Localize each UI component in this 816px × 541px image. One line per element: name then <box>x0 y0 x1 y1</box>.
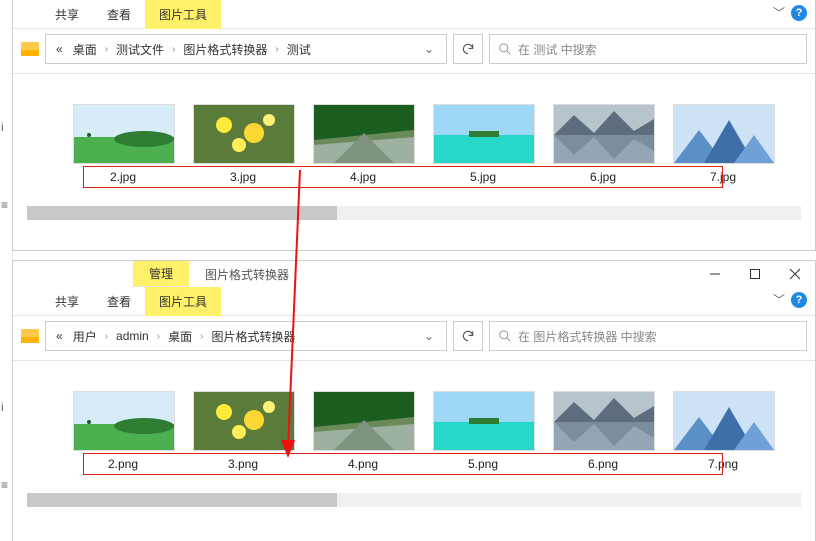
tab-view[interactable]: 查看 <box>93 287 145 316</box>
help-icon[interactable]: ? <box>791 292 807 308</box>
ribbon: 共享 查看 图片工具 ﹀ ? <box>13 0 815 29</box>
address-dropdown-icon[interactable]: ⌄ <box>418 42 440 56</box>
address-dropdown-icon[interactable]: ⌄ <box>418 329 440 343</box>
chevron-right-icon: › <box>155 331 162 342</box>
close-button[interactable] <box>775 261 815 287</box>
maximize-button[interactable] <box>735 261 775 287</box>
tab-share[interactable]: 共享 <box>41 287 93 316</box>
thumbnail <box>433 391 535 451</box>
search-icon <box>498 329 512 343</box>
window-title: 图片格式转换器 <box>189 262 305 287</box>
refresh-button[interactable] <box>453 321 483 351</box>
horizontal-scrollbar[interactable] <box>27 493 801 507</box>
search-input[interactable]: 在 图片格式转换器 中搜索 <box>489 321 807 351</box>
chevron-right-icon: › <box>103 44 110 55</box>
thumbnail <box>193 104 295 164</box>
tab-view[interactable]: 查看 <box>93 0 145 29</box>
chevron-right-icon: › <box>198 331 205 342</box>
crumb[interactable]: 桌面 <box>164 326 196 347</box>
chevron-right-icon: › <box>273 44 280 55</box>
tab-picture-tools[interactable]: 图片工具 <box>145 287 221 316</box>
thumbnail <box>193 391 295 451</box>
search-icon <box>498 42 512 56</box>
tab-picture-tools[interactable]: 图片工具 <box>145 0 221 29</box>
minimize-button[interactable] <box>695 261 735 287</box>
folder-icon <box>21 42 39 56</box>
crumb[interactable]: 测试文件 <box>112 39 168 60</box>
folder-icon <box>21 329 39 343</box>
title-bar: 管理 图片格式转换器 <box>13 261 815 287</box>
chevron-right-icon: › <box>103 331 110 342</box>
search-placeholder: 在 测试 中搜索 <box>518 41 597 58</box>
thumbnail <box>73 391 175 451</box>
ribbon-collapse-icon[interactable]: ﹀ <box>773 291 785 308</box>
crumb-overflow[interactable]: « <box>52 40 67 58</box>
horizontal-scrollbar[interactable] <box>27 206 801 220</box>
thumbnail <box>673 104 775 164</box>
breadcrumb[interactable]: « 用户› admin› 桌面› 图片格式转换器 ⌄ <box>45 321 447 351</box>
search-placeholder: 在 图片格式转换器 中搜索 <box>518 328 657 345</box>
thumbnail <box>553 104 655 164</box>
tab-share[interactable]: 共享 <box>41 0 93 29</box>
thumbnail <box>313 391 415 451</box>
crumb[interactable]: 桌面 <box>69 39 101 60</box>
crumb[interactable]: 图片格式转换器 <box>207 326 299 347</box>
refresh-button[interactable] <box>453 34 483 64</box>
thumbnail <box>553 391 655 451</box>
context-tab[interactable]: 管理 <box>133 261 189 287</box>
thumbnail <box>73 104 175 164</box>
annotation-box <box>83 453 723 475</box>
thumbnail <box>673 391 775 451</box>
crumb[interactable]: 测试 <box>283 39 315 60</box>
breadcrumb[interactable]: « 桌面› 测试文件› 图片格式转换器› 测试 ⌄ <box>45 34 447 64</box>
crumb[interactable]: 用户 <box>69 326 101 347</box>
crumb[interactable]: admin <box>112 327 153 345</box>
annotation-box <box>83 166 723 188</box>
crumb[interactable]: 图片格式转换器 <box>179 39 271 60</box>
help-icon[interactable]: ? <box>791 5 807 21</box>
thumbnail <box>433 104 535 164</box>
ribbon-collapse-icon[interactable]: ﹀ <box>773 4 785 21</box>
crumb-overflow[interactable]: « <box>52 327 67 345</box>
ribbon: 共享 查看 图片工具 ﹀ ? <box>13 287 815 316</box>
search-input[interactable]: 在 测试 中搜索 <box>489 34 807 64</box>
thumbnail <box>313 104 415 164</box>
chevron-right-icon: › <box>170 44 177 55</box>
